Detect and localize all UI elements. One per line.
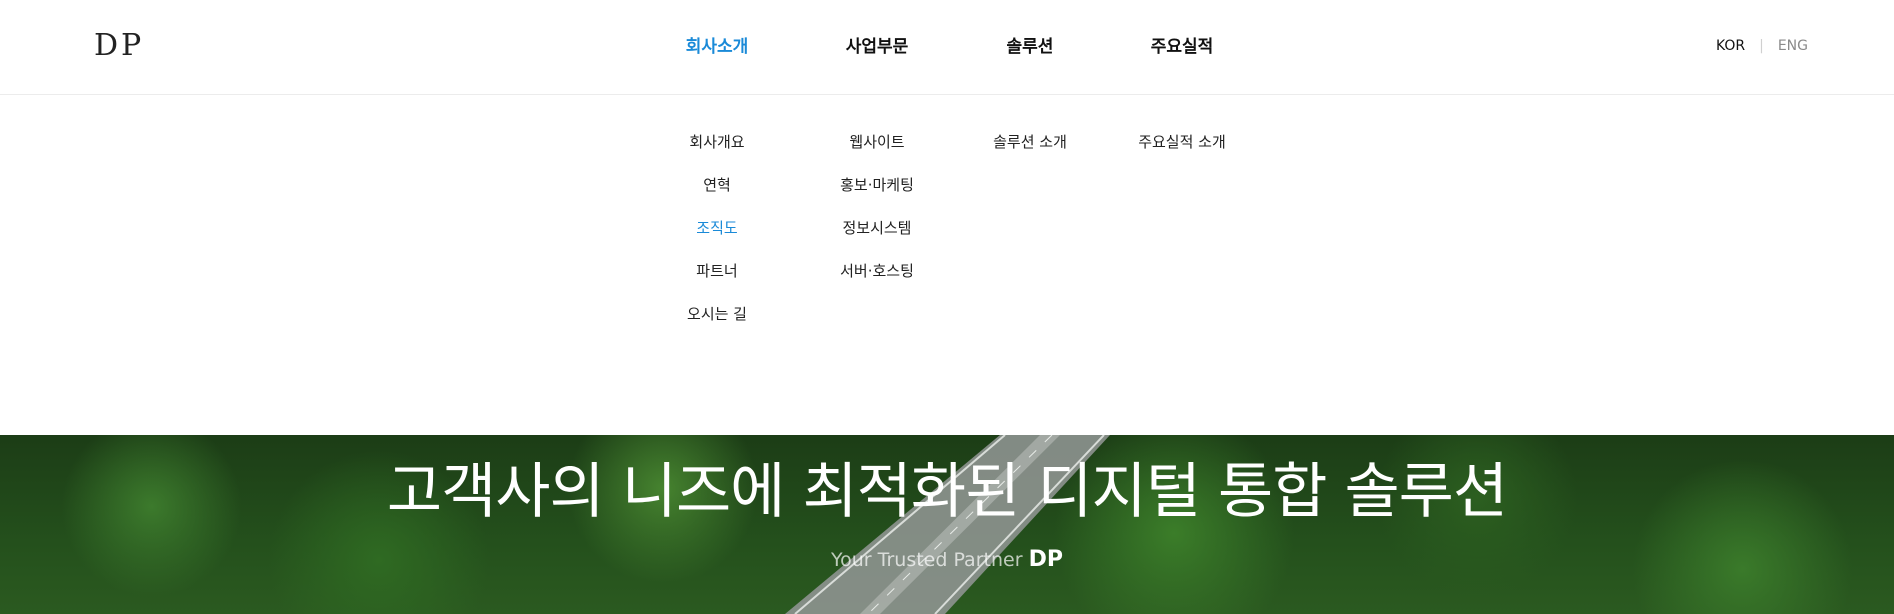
submenu-item-organization[interactable]: 조직도 xyxy=(627,218,807,261)
submenu-portfolio: 주요실적 소개 xyxy=(1092,132,1272,175)
submenu-item-portfolio-intro[interactable]: 주요실적 소개 xyxy=(1092,132,1272,175)
lang-eng-link[interactable]: ENG xyxy=(1778,38,1808,54)
language-switcher: KOR | ENG xyxy=(1716,38,1808,54)
nav-item-solution[interactable]: 솔루션 xyxy=(950,32,1110,57)
global-nav: 회사소개 사업부문 솔루션 주요실적 xyxy=(0,0,1894,95)
lang-kor-link[interactable]: KOR xyxy=(1716,38,1745,54)
hero-subtitle: Your Trusted Partner DP xyxy=(0,547,1894,572)
hero-subtitle-text: Your Trusted Partner xyxy=(831,549,1023,571)
submenu-item-overview[interactable]: 회사개요 xyxy=(627,132,807,175)
submenu-item-marketing[interactable]: 홍보·마케팅 xyxy=(787,175,967,218)
submenu-item-history[interactable]: 연혁 xyxy=(627,175,807,218)
submenu-company: 회사개요 연혁 조직도 파트너 오시는 길 xyxy=(627,132,807,347)
hero-banner: 고객사의 니즈에 최적화된 디지털 통합 솔루션 Your Trusted Pa… xyxy=(0,435,1894,614)
submenu-item-infosystem[interactable]: 정보시스템 xyxy=(787,218,967,261)
submenu-item-hosting[interactable]: 서버·호스팅 xyxy=(787,261,967,304)
site-header: DP 회사소개 사업부문 솔루션 주요실적 KOR | ENG xyxy=(0,0,1894,95)
hero-subtitle-brand: DP xyxy=(1028,547,1063,572)
submenu-item-directions[interactable]: 오시는 길 xyxy=(627,304,807,347)
mega-menu: 회사개요 연혁 조직도 파트너 오시는 길 웹사이트 홍보·마케팅 정보시스템 … xyxy=(0,96,1894,435)
submenu-item-partners[interactable]: 파트너 xyxy=(627,261,807,304)
lang-separator: | xyxy=(1759,38,1764,54)
nav-item-company[interactable]: 회사소개 xyxy=(637,32,797,57)
hero-title: 고객사의 니즈에 최적화된 디지털 통합 솔루션 xyxy=(386,457,1508,527)
nav-item-business[interactable]: 사업부문 xyxy=(797,32,957,57)
nav-item-portfolio[interactable]: 주요실적 xyxy=(1102,32,1262,57)
